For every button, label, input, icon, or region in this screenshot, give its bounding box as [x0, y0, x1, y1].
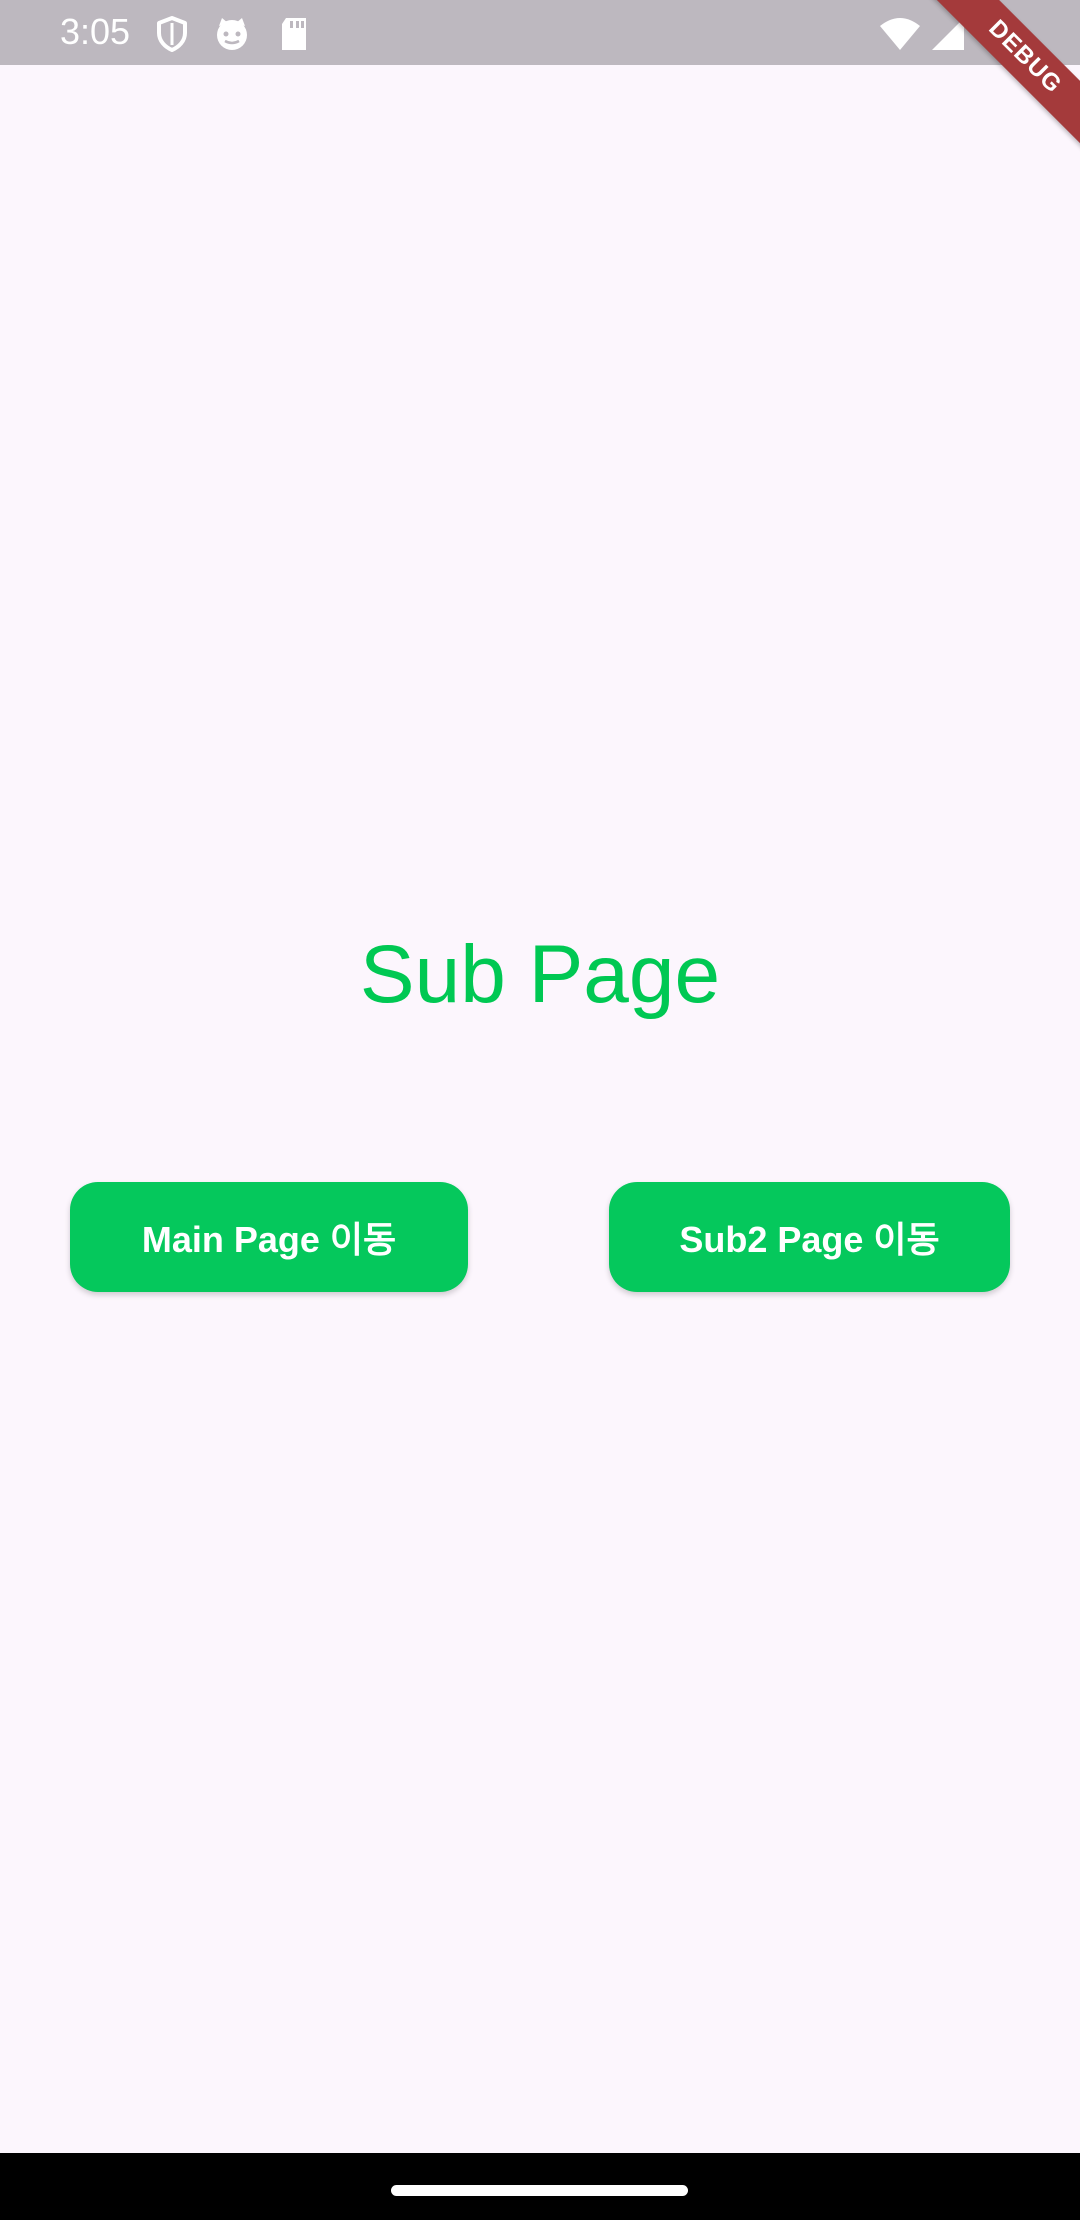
cat-face-icon — [217, 18, 247, 50]
page-title: Sub Page — [359, 929, 721, 1020]
main-page-button[interactable]: Main Page 이동 — [70, 1182, 468, 1292]
sd-card-icon — [282, 18, 306, 50]
wifi-icon — [880, 18, 920, 50]
sub2-page-button[interactable]: Sub2 Page 이동 — [609, 1182, 1010, 1292]
sub2-page-button-label: Sub2 Page 이동 — [679, 1219, 940, 1260]
status-time: 3:05 — [60, 11, 131, 52]
home-gesture-handle[interactable] — [391, 2185, 688, 2196]
status-bar: 3:05 — [0, 0, 1080, 65]
shield-icon — [157, 16, 187, 52]
system-navigation-bar — [0, 2153, 1080, 2220]
main-page-button-label: Main Page 이동 — [141, 1219, 397, 1260]
